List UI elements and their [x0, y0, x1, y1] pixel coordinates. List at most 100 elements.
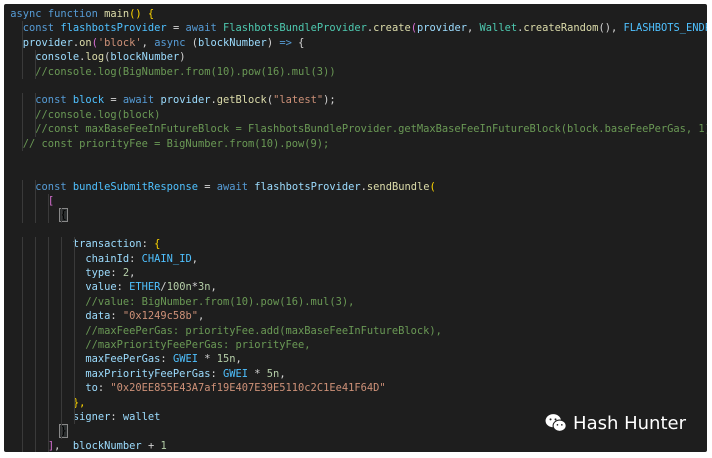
indent-guide — [35, 366, 36, 382]
indent-guide — [74, 294, 75, 310]
indent-guide — [22, 136, 23, 151]
code-token: CHAIN_ID — [141, 252, 192, 265]
code-line[interactable]: ], blockNumber + 1 — [4, 438, 707, 452]
indent-guide — [35, 122, 36, 137]
indent-guide — [61, 424, 62, 439]
indent-guide — [22, 266, 23, 281]
indent-guide — [74, 409, 75, 425]
code-line[interactable]: //console.log(block) — [4, 107, 707, 123]
code-token: on — [79, 36, 92, 49]
code-line[interactable]: data: "0x1249c58b", — [4, 309, 707, 324]
indent-guide — [48, 237, 49, 252]
indent-guide — [61, 251, 62, 267]
code-line[interactable]: //value: BigNumber.from(10).pow(16).mul(… — [4, 294, 707, 310]
code-line[interactable]: maxPriorityFeePerGas: GWEI * 5n, — [4, 366, 707, 382]
indent-guide — [22, 64, 23, 79]
indent-guide — [22, 395, 23, 410]
code-token: : — [141, 238, 155, 251]
code-token: //value: BigNumber.from(10).pow(16).mul(… — [85, 295, 355, 308]
code-line[interactable]: //console.log(BigNumber.from(10).pow(16)… — [4, 64, 707, 79]
code-line[interactable] — [4, 79, 707, 93]
code-token: => — [279, 36, 299, 49]
code-token: , — [129, 267, 136, 280]
code-line[interactable]: console.log(blockNumber) — [4, 50, 707, 65]
code-token: sendBundle — [366, 180, 430, 193]
watermark: Hash Hunter — [545, 411, 686, 435]
indent-guide — [74, 266, 75, 281]
indent-guide — [22, 93, 23, 108]
code-line[interactable]: }, — [4, 395, 707, 410]
indent-guide — [74, 323, 75, 338]
code-line[interactable]: type: 2, — [4, 266, 707, 281]
indent-guide — [35, 294, 36, 310]
code-line[interactable]: const block = await provider.getBlock("l… — [4, 93, 707, 108]
code-token: () { — [129, 8, 155, 20]
indent-guide — [35, 251, 36, 267]
code-token: = — [197, 180, 217, 193]
code-token: function — [47, 8, 105, 20]
code-token: ) — [266, 36, 280, 49]
code-area[interactable]: async function main() { const flashbotsP… — [4, 7, 707, 452]
indent-guide — [48, 323, 49, 338]
code-line[interactable]: const flashbotsProvider = await Flashbot… — [4, 21, 707, 36]
indent-guide — [22, 294, 23, 310]
code-line[interactable]: async function main() { — [4, 7, 707, 21]
code-token: ) — [179, 51, 186, 64]
code-line[interactable]: //const maxBaseFeeInFutureBlock = Flashb… — [4, 122, 707, 137]
code-line[interactable]: { — [4, 208, 707, 223]
code-line[interactable]: chainId: CHAIN_ID, — [4, 251, 707, 267]
indent-guide — [22, 366, 23, 382]
code-token: blockNumber — [198, 36, 267, 49]
indent-guide — [22, 107, 23, 123]
code-token: await — [216, 180, 255, 193]
code-token: * — [248, 367, 267, 380]
code-line[interactable]: transaction: { — [4, 237, 707, 252]
indent-guide — [22, 251, 23, 267]
indent-guide — [48, 424, 49, 439]
code-line[interactable] — [4, 223, 707, 237]
code-token: GWEI — [172, 353, 198, 366]
code-line[interactable]: to: "0x20EE855E43A7af19E407E39E5110c2C1E… — [4, 381, 707, 396]
code-token: maxFeePerGas — [85, 353, 161, 366]
code-line[interactable]: // const priorityFee = BigNumber.from(10… — [4, 136, 707, 151]
code-token: : — [97, 382, 111, 395]
code-token: "0x20EE855E43A7af19E407E39E5110c2C1Ee41F… — [110, 382, 386, 395]
indent-guide — [22, 21, 23, 36]
code-token: main — [104, 8, 130, 20]
line-padding — [4, 80, 10, 92]
code-line[interactable]: provider.on('block', async (blockNumber)… — [4, 35, 707, 51]
indent-guide — [35, 337, 36, 353]
code-line[interactable]: //maxPriorityFeePerGas: priorityFee, — [4, 337, 707, 353]
code-line[interactable]: //maxFeePerGas: priorityFee.add(maxBaseF… — [4, 323, 707, 338]
code-token: , — [235, 353, 242, 366]
indent-guide — [22, 352, 23, 367]
indent-guide — [61, 208, 62, 223]
code-token: getBlock — [216, 94, 267, 107]
code-token: create — [373, 22, 411, 35]
code-token: log — [85, 51, 105, 64]
code-line[interactable] — [4, 165, 707, 179]
indent-guide — [22, 337, 23, 353]
indent-guide — [48, 438, 49, 452]
code-editor[interactable]: async function main() { const flashbotsP… — [4, 4, 707, 452]
indent-guide — [74, 352, 75, 367]
code-token: "latest" — [273, 94, 324, 107]
code-line[interactable]: [ — [4, 194, 707, 209]
code-line[interactable] — [4, 151, 707, 165]
code-line[interactable]: value: ETHER/100n*3n, — [4, 280, 707, 295]
code-line[interactable]: maxFeePerGas: GWEI * 15n, — [4, 352, 707, 367]
indent-guide — [61, 352, 62, 367]
code-token: "0x1249c58b" — [122, 310, 198, 323]
indent-guide — [48, 395, 49, 410]
code-token: const — [22, 22, 61, 35]
indent-guide — [35, 438, 36, 452]
indent-guide — [48, 337, 49, 353]
indent-guide — [22, 323, 23, 338]
indent-guide — [35, 323, 36, 338]
indent-guide — [48, 280, 49, 295]
code-line[interactable]: const bundleSubmitResponse = await flash… — [4, 179, 707, 195]
code-token: flashbotsProvider — [60, 22, 167, 35]
code-token: //console.log(block) — [35, 108, 161, 121]
